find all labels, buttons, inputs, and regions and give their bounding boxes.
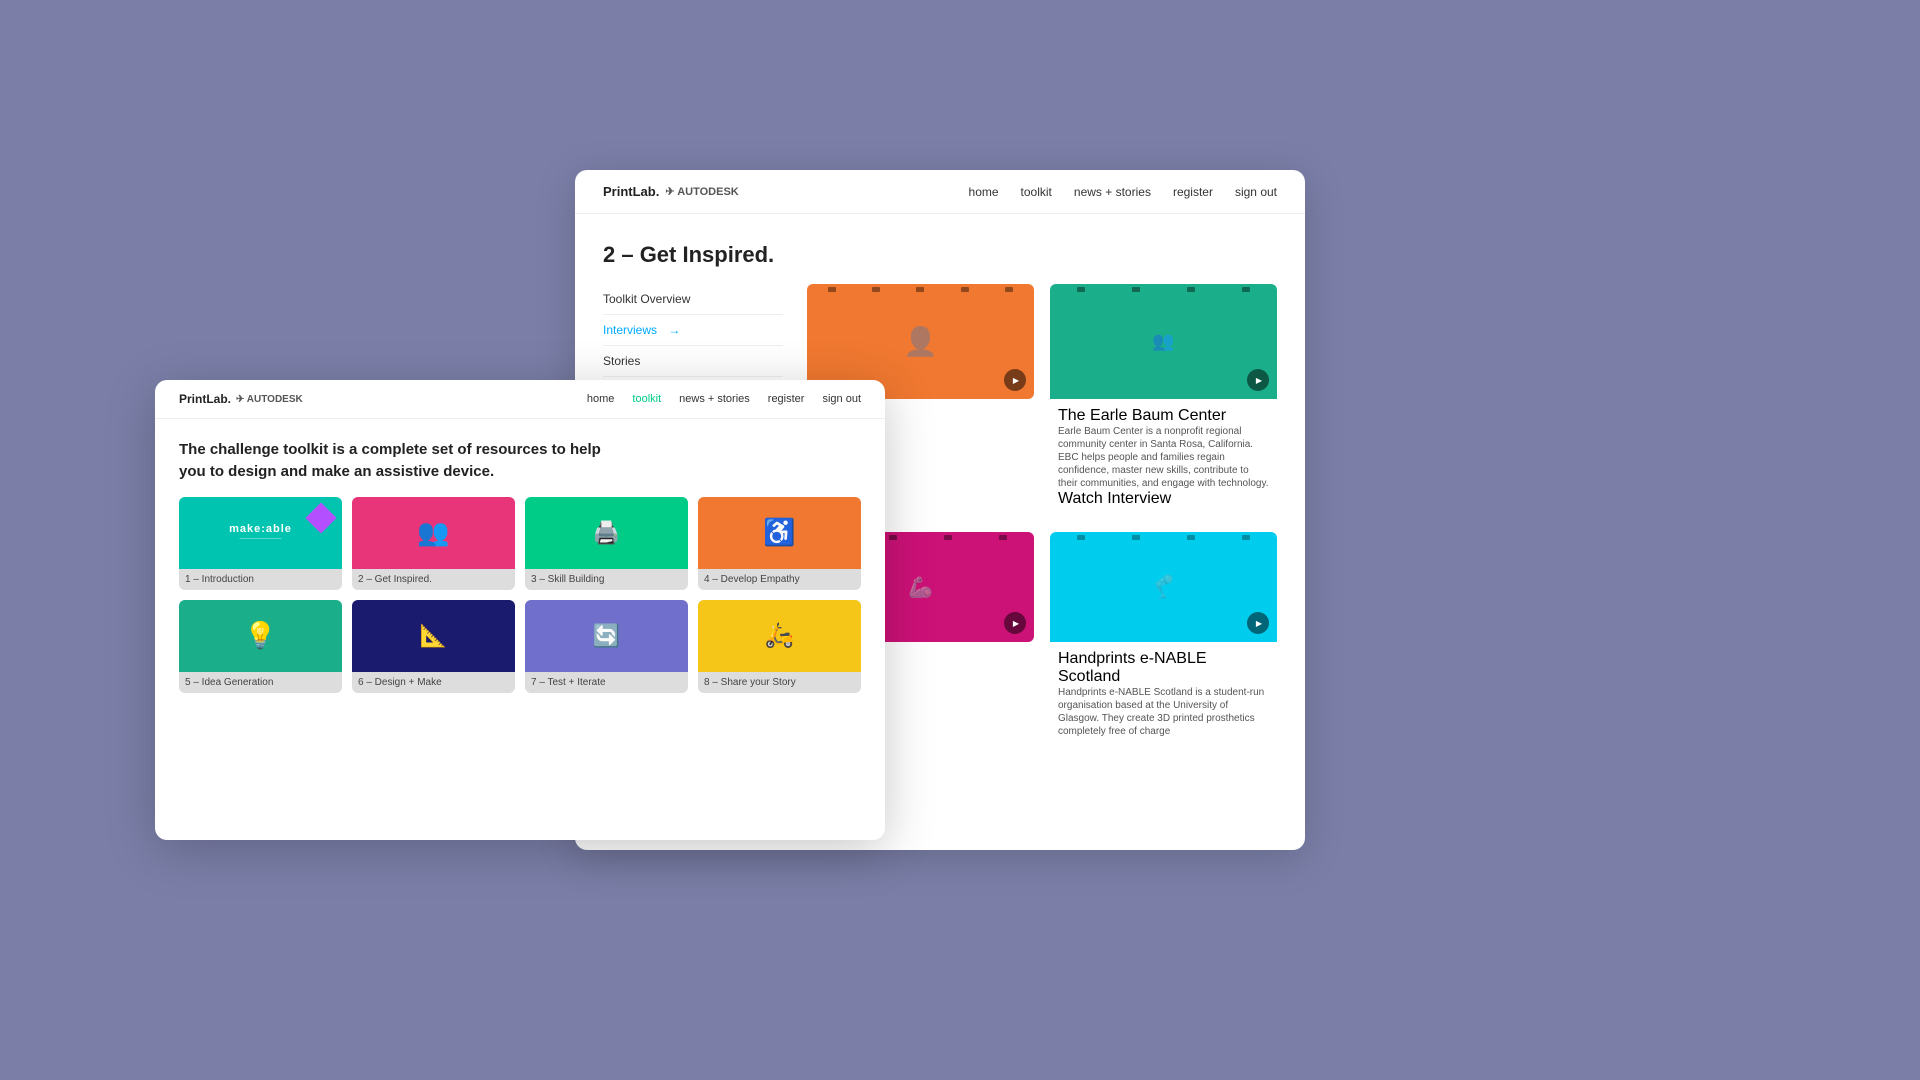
back-nav: PrintLab. ✈ AUTODESK home toolkit news +… (575, 170, 1305, 214)
sidebar-stories[interactable]: Stories (603, 346, 783, 377)
film-hole (1187, 535, 1195, 540)
skill-label: 3 – Skill Building (525, 569, 688, 590)
film-hole (999, 535, 1007, 540)
empathy-card-img: ♿ (698, 497, 861, 569)
back-nav-register[interactable]: register (1173, 185, 1213, 199)
toolkit-card-test[interactable]: 🔄 7 – Test + Iterate (525, 600, 688, 693)
back-nav-home[interactable]: home (969, 185, 999, 199)
front-nav-home[interactable]: home (587, 393, 615, 405)
iterate-icon: 🔄 (593, 623, 620, 649)
bulb-icon: 💡 (244, 620, 276, 651)
film-hole (961, 287, 969, 292)
baum-title: The Earle Baum Center (1058, 407, 1269, 425)
intro-label: 1 – Introduction (179, 569, 342, 590)
design-card-img: 📐 (352, 600, 515, 672)
toolkit-card-intro[interactable]: make:able —————— 1 – Introduction (179, 497, 342, 590)
skill-card-img: 🖨️ (525, 497, 688, 569)
play-button[interactable] (1004, 369, 1026, 391)
front-nav-news[interactable]: news + stories (679, 393, 750, 405)
back-autodesk-text: ✈ AUTODESK (665, 185, 738, 198)
back-nav-news[interactable]: news + stories (1074, 185, 1151, 199)
front-logo: PrintLab. ✈ AUTODESK (179, 392, 303, 406)
handprints-desc: Handprints e-NABLE Scotland is a student… (1058, 686, 1269, 738)
robot-hand: 🦾 (908, 575, 933, 600)
film-hole (1077, 287, 1085, 292)
printer-icon: 🖨️ (593, 520, 620, 546)
toolkit-card-share[interactable]: 🛵 8 – Share your Story (698, 600, 861, 693)
film-hole (889, 535, 897, 540)
film-hole (1242, 535, 1250, 540)
toolkit-row-1: make:able —————— 1 – Introduction 👥 2 – … (179, 497, 861, 590)
share-label: 8 – Share your Story (698, 672, 861, 693)
toolkit-card-inspired[interactable]: 👥 2 – Get Inspired. (352, 497, 515, 590)
front-window: PrintLab. ✈ AUTODESK home toolkit news +… (155, 380, 885, 840)
back-nav-toolkit[interactable]: toolkit (1021, 185, 1052, 199)
film-hole (828, 287, 836, 292)
back-card-baum: 👥 The Earle Baum Center Earle Baum Cente… (1050, 284, 1277, 516)
blueprint-icon: 📐 (420, 623, 447, 649)
film-hole (872, 287, 880, 292)
back-nav-signout[interactable]: sign out (1235, 185, 1277, 199)
toolkit-grid: make:able —————— 1 – Introduction 👥 2 – … (155, 497, 885, 693)
front-logo-text: PrintLab. (179, 392, 231, 406)
inspired-card-img: 👥 (352, 497, 515, 569)
scooter-icon: 🛵 (765, 621, 795, 650)
makeable-sub: —————— (229, 535, 292, 542)
handprints-title: Handprints e-NABLE Scotland (1058, 650, 1269, 686)
toolkit-card-skill[interactable]: 🖨️ 3 – Skill Building (525, 497, 688, 590)
back-card-handprints: 🦿 Handprints e-NABLE Scotland Handprints… (1050, 532, 1277, 746)
person-silhouette: 👤 (903, 325, 938, 358)
toolkit-card-idea[interactable]: 💡 5 – Idea Generation (179, 600, 342, 693)
hand-prosthetic: 🦿 (1150, 574, 1177, 600)
front-nav-register[interactable]: register (768, 393, 805, 405)
design-label: 6 – Design + Make (352, 672, 515, 693)
wheelchair-icon: ♿ (763, 517, 795, 548)
film-hole (1077, 535, 1085, 540)
diamond-shape (305, 502, 336, 533)
group-photo: 👥 (1152, 331, 1174, 352)
play-button-baum[interactable] (1247, 369, 1269, 391)
film-hole (1187, 287, 1195, 292)
front-nav-links: home toolkit news + stories register sig… (587, 393, 861, 405)
sidebar-interviews[interactable]: Interviews → (603, 315, 783, 346)
front-nav-toolkit[interactable]: toolkit (632, 393, 661, 405)
play-button-pink[interactable] (1004, 612, 1026, 634)
empathy-label: 4 – Develop Empathy (698, 569, 861, 590)
back-nav-links: home toolkit news + stories register sig… (969, 185, 1277, 199)
idea-label: 5 – Idea Generation (179, 672, 342, 693)
toolkit-card-empathy[interactable]: ♿ 4 – Develop Empathy (698, 497, 861, 590)
intro-card-img: make:able —————— (179, 497, 342, 569)
idea-card-img: 💡 (179, 600, 342, 672)
film-hole (1132, 287, 1140, 292)
watch-interview-btn[interactable]: Watch Interview (1058, 490, 1269, 508)
back-logo: PrintLab. ✈ AUTODESK (603, 184, 739, 199)
back-page-title: 2 – Get Inspired. (575, 214, 1305, 284)
arrow-icon: → (668, 323, 680, 337)
makeable-text: make:able (229, 523, 292, 535)
front-nav-signout[interactable]: sign out (822, 393, 861, 405)
inspired-label: 2 – Get Inspired. (352, 569, 515, 590)
toolkit-card-design[interactable]: 📐 6 – Design + Make (352, 600, 515, 693)
play-button-handprints[interactable] (1247, 612, 1269, 634)
film-hole (1005, 287, 1013, 292)
film-hole (1132, 535, 1140, 540)
front-autodesk-text: ✈ AUTODESK (236, 394, 303, 405)
people-icon: 👥 (417, 517, 449, 548)
film-hole (944, 535, 952, 540)
test-card-img: 🔄 (525, 600, 688, 672)
film-hole (916, 287, 924, 292)
hero-text: The challenge toolkit is a complete set … (155, 419, 655, 497)
baum-desc: Earle Baum Center is a nonprofit regiona… (1058, 425, 1269, 490)
toolkit-row-2: 💡 5 – Idea Generation 📐 6 – Design + Mak… (179, 600, 861, 693)
share-card-img: 🛵 (698, 600, 861, 672)
front-nav: PrintLab. ✈ AUTODESK home toolkit news +… (155, 380, 885, 419)
film-hole (1242, 287, 1250, 292)
back-logo-text: PrintLab. (603, 184, 659, 199)
sidebar-toolkit-overview[interactable]: Toolkit Overview (603, 284, 783, 315)
test-label: 7 – Test + Iterate (525, 672, 688, 693)
